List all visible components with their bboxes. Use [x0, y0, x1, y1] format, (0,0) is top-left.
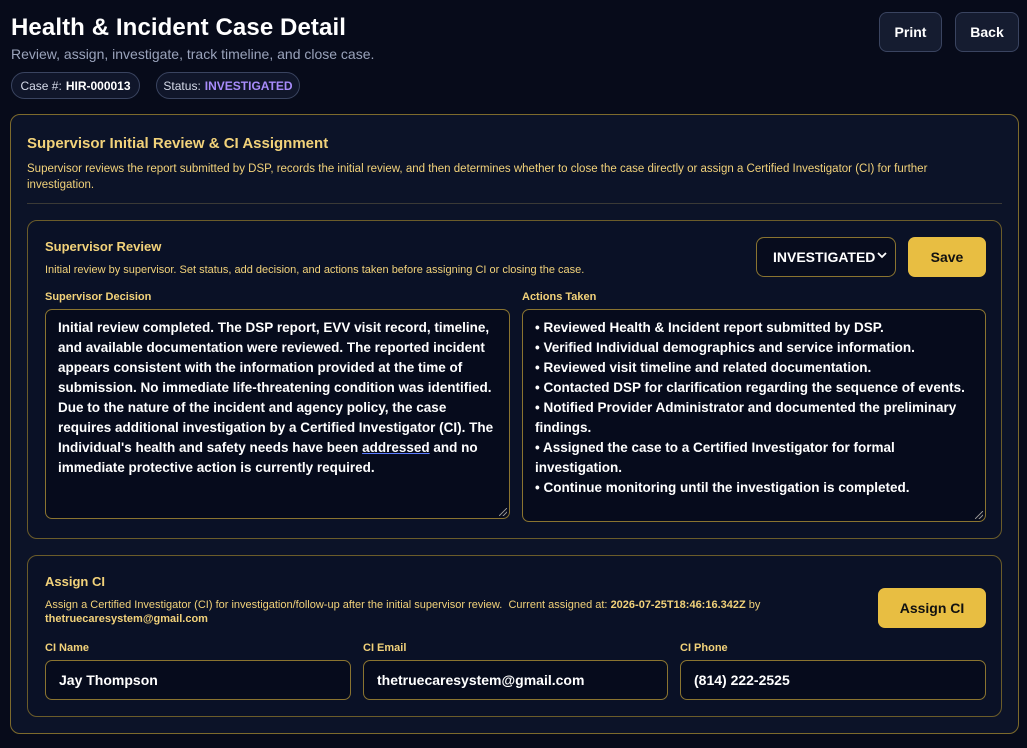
- ci-phone-label: CI Phone: [680, 642, 728, 654]
- actions-taken-textarea[interactable]: • Reviewed Health & Incident report subm…: [522, 309, 986, 522]
- assigned-by-label: by: [748, 599, 761, 611]
- assign-ci-button[interactable]: Assign CI: [878, 588, 986, 628]
- ci-name-input[interactable]: Jay Thompson: [45, 660, 351, 700]
- review-description: Initial review by supervisor. Set status…: [45, 264, 585, 276]
- assign-title: Assign CI: [45, 574, 105, 589]
- status-select[interactable]: INVESTIGATED: [756, 237, 896, 277]
- section-divider: [27, 203, 1002, 204]
- action-item: • Contacted DSP for clarification regard…: [535, 380, 965, 395]
- case-detail-page: Health & Incident Case Detail Review, as…: [0, 0, 1027, 748]
- chevron-down-icon: [877, 250, 887, 263]
- action-item: • Continue monitoring until the investig…: [535, 480, 910, 495]
- resize-handle-icon[interactable]: [975, 511, 983, 519]
- assign-ci-card: Assign CI Assign a Certified Investigato…: [27, 555, 1002, 717]
- section-description: Supervisor reviews the report submitted …: [27, 163, 928, 191]
- current-assigned-at: 2026-07-25T18:46:16.342Z: [610, 599, 746, 611]
- case-number-label: Case #:: [20, 78, 62, 93]
- ci-name-label: CI Name: [45, 642, 90, 654]
- case-number-value: HIR-000013: [65, 78, 131, 93]
- page-title: Health & Incident Case Detail: [11, 14, 346, 41]
- current-assigned-label: Current assigned at:: [508, 599, 608, 611]
- supervisor-decision-textarea[interactable]: Initial review completed. The DSP report…: [45, 309, 510, 519]
- print-button[interactable]: Print: [879, 12, 942, 52]
- action-item: • Verified Individual demographics and s…: [535, 340, 915, 355]
- decision-text-underlined: addressed: [362, 440, 430, 455]
- decision-text-part1: Initial review completed. The DSP report…: [58, 320, 494, 455]
- status-badge: Status: INVESTIGATED: [156, 72, 300, 99]
- action-item: • Reviewed visit timeline and related do…: [535, 360, 872, 375]
- save-button[interactable]: Save: [908, 237, 986, 277]
- decision-label: Supervisor Decision: [45, 291, 152, 303]
- ci-email-label: CI Email: [363, 642, 407, 654]
- status-label: Status:: [163, 78, 201, 93]
- page-subtitle: Review, assign, investigate, track timel…: [11, 46, 375, 62]
- back-button[interactable]: Back: [955, 12, 1019, 52]
- review-title: Supervisor Review: [45, 239, 162, 254]
- ci-phone-input[interactable]: (814) 222-2525: [680, 660, 986, 700]
- status-value: INVESTIGATED: [204, 78, 293, 93]
- resize-handle-icon[interactable]: [499, 508, 507, 516]
- assign-description: Assign a Certified Investigator (CI) for…: [45, 598, 845, 626]
- assign-description-text: Assign a Certified Investigator (CI) for…: [45, 599, 503, 611]
- supervisor-review-card: Supervisor Review Initial review by supe…: [27, 220, 1002, 539]
- ci-email-input[interactable]: thetruecaresystem@gmail.com: [363, 660, 668, 700]
- action-item: • Reviewed Health & Incident report subm…: [535, 320, 884, 335]
- actions-label: Actions Taken: [522, 291, 597, 303]
- status-select-value: INVESTIGATED: [773, 249, 876, 265]
- section-title: Supervisor Initial Review & CI Assignmen…: [27, 135, 329, 152]
- action-item: • Assigned the case to a Certified Inves…: [535, 440, 895, 475]
- assigned-by-email: thetruecaresystem@gmail.com: [45, 613, 208, 625]
- case-number-badge: Case #: HIR-000013: [11, 72, 140, 99]
- action-item: • Notified Provider Administrator and do…: [535, 400, 957, 435]
- supervisor-review-section: Supervisor Initial Review & CI Assignmen…: [10, 114, 1019, 734]
